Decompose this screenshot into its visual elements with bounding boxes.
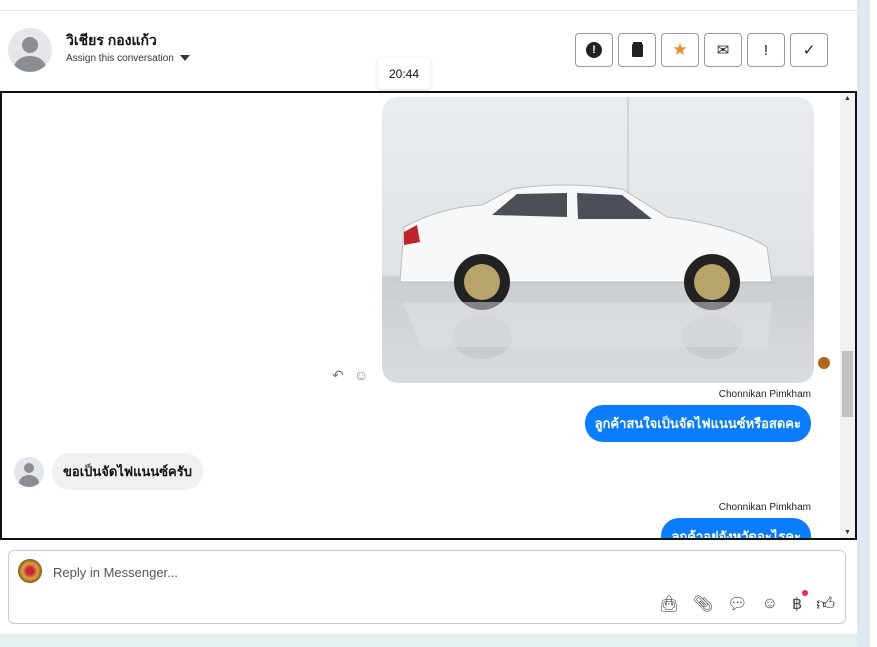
- sender-name: Chonnikan Pimkham: [718, 502, 811, 513]
- shopping-bag-icon[interactable]: 👜︎: [659, 594, 679, 614]
- exclamation-icon: !: [763, 41, 769, 59]
- contact-name: วิเชียร กองแก้ว: [66, 32, 157, 48]
- mark-done-button[interactable]: ✓: [790, 33, 828, 67]
- scroll-up-icon[interactable]: ▲: [844, 95, 851, 102]
- alert-circle-icon: !: [586, 42, 602, 58]
- message-list[interactable]: ↶ ☺ Chonnikan Pimkham ลูกค้าสนใจเป็นจัดไ…: [0, 91, 857, 540]
- car-image: [399, 97, 773, 359]
- customer-avatar: [14, 457, 44, 487]
- right-panel-edge: [857, 0, 877, 647]
- star-icon: ★: [672, 40, 688, 59]
- saved-replies-icon[interactable]: 💬︎: [727, 594, 747, 614]
- reply-input[interactable]: Reply in Messenger...: [53, 565, 178, 580]
- scrollbar-thumb[interactable]: [842, 351, 853, 417]
- composer-toolbar: 👜︎ 📎︎ 💬︎ ☺ ฿ 👍︎: [659, 590, 835, 615]
- delete-button[interactable]: [618, 33, 656, 67]
- conversation-panel: วิเชียร กองแก้ว Assign this conversation…: [0, 0, 857, 634]
- car-photo-attachment[interactable]: [382, 97, 814, 383]
- check-icon: ✓: [802, 42, 816, 59]
- page-avatar: [18, 559, 42, 583]
- assign-label: Assign this conversation: [66, 53, 174, 64]
- outgoing-message[interactable]: ลูกค้าอยู่จังหวัดอะไรคะ: [661, 518, 811, 538]
- incoming-message[interactable]: ขอเป็นจัดไฟแนนซ์ครับ: [52, 453, 203, 490]
- scrollbar[interactable]: ▲ ▼: [840, 93, 855, 538]
- baht-label: ฿: [792, 596, 803, 613]
- reaction-avatar: [818, 357, 830, 369]
- assign-dropdown[interactable]: Assign this conversation: [66, 53, 190, 64]
- spam-button[interactable]: !: [575, 33, 613, 67]
- outgoing-message[interactable]: ลูกค้าสนใจเป็นจัดไฟแนนซ์หรือสดคะ: [584, 405, 811, 442]
- thumbs-up-icon[interactable]: 👍︎: [816, 593, 835, 615]
- action-toolbar: ! ★ ✉ ! ✓: [575, 33, 828, 67]
- payment-icon[interactable]: ฿: [792, 590, 809, 614]
- caret-down-icon: [179, 55, 190, 62]
- emoji-icon[interactable]: ☺: [762, 595, 778, 613]
- timestamp-tooltip: 20:44: [378, 58, 430, 89]
- sender-name: Chonnikan Pimkham: [718, 389, 811, 400]
- attachment-icon[interactable]: 📎︎: [693, 594, 713, 614]
- notification-dot: [802, 590, 809, 596]
- contact-avatar[interactable]: [8, 28, 52, 72]
- mail-icon: ✉: [716, 42, 730, 59]
- react-emoji-icon[interactable]: ☺: [354, 367, 368, 383]
- reply-icon[interactable]: ↶: [332, 367, 344, 384]
- star-button[interactable]: ★: [661, 33, 699, 67]
- scroll-down-icon[interactable]: ▼: [844, 529, 851, 536]
- reply-composer[interactable]: Reply in Messenger... 👜︎ 📎︎ 💬︎ ☺ ฿ 👍︎: [8, 550, 846, 624]
- follow-up-button[interactable]: !: [747, 33, 785, 67]
- divider: [0, 10, 857, 11]
- trash-icon: [631, 43, 643, 57]
- mark-unread-button[interactable]: ✉: [704, 33, 742, 67]
